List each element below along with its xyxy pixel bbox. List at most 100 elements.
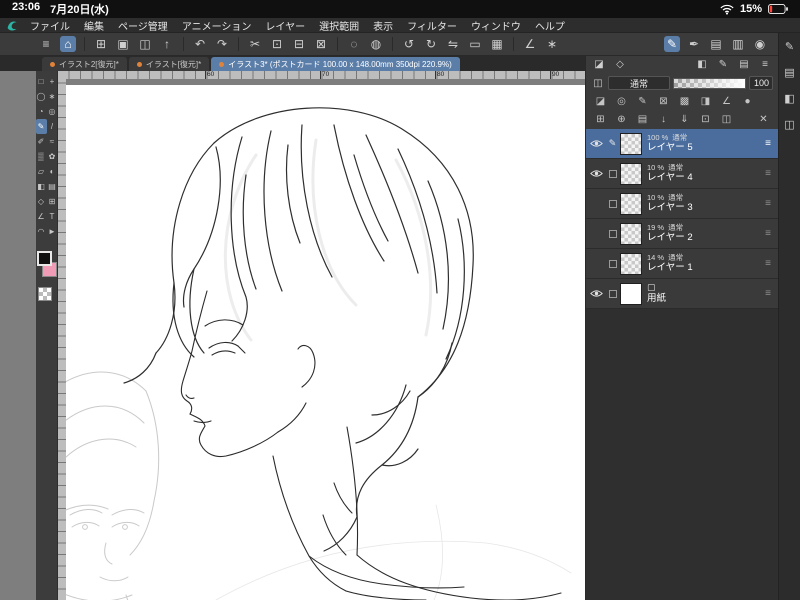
layer-thumbnail[interactable] xyxy=(620,132,642,155)
rotate-left-icon[interactable]: ↺ xyxy=(401,36,417,52)
layer-thumbnail[interactable] xyxy=(620,282,642,305)
operation-icon[interactable]: ► xyxy=(47,224,58,239)
blend-combine-icon[interactable]: ◫ xyxy=(591,78,605,89)
lock-layer-icon[interactable]: ⊠ xyxy=(656,95,671,110)
menu-item-view[interactable]: 表示 xyxy=(373,18,393,33)
visibility-eye-icon[interactable] xyxy=(588,139,605,148)
deselect-icon[interactable]: ◌ xyxy=(346,36,362,52)
select-layer-mode-icon[interactable]: ◪ xyxy=(592,58,606,72)
visibility-eye-icon[interactable] xyxy=(588,289,605,298)
invert-selection-icon[interactable]: ◍ xyxy=(368,36,384,52)
pen-icon[interactable]: ✎ xyxy=(35,119,47,134)
layer-menu-handle[interactable]: ≡ xyxy=(762,138,774,149)
menu-item-window[interactable]: ウィンドウ xyxy=(471,18,521,33)
vector-tool-icon[interactable]: ✒ xyxy=(686,36,702,52)
drawing-canvas[interactable] xyxy=(66,85,585,600)
pencil-icon[interactable]: / xyxy=(47,119,58,134)
layer-row[interactable]: 14 % 通常 レイヤー 1 ≡ xyxy=(586,249,778,279)
layer-check-box[interactable] xyxy=(605,199,620,208)
delete-selection-icon[interactable]: ⊠ xyxy=(313,36,329,52)
blend-mode-select[interactable]: 通常 xyxy=(608,76,670,90)
quick-mask-icon[interactable]: ✎ xyxy=(716,58,730,72)
redo-icon[interactable]: ↷ xyxy=(214,36,230,52)
layer-row[interactable]: 10 % 通常 レイヤー 3 ≡ xyxy=(586,189,778,219)
new-raster-layer-icon[interactable]: ⊞ xyxy=(593,113,608,128)
new-vector-layer-icon[interactable]: ⊕ xyxy=(614,113,629,128)
menu-item-file[interactable]: ファイル xyxy=(30,18,70,33)
menu-item-filter[interactable]: フィルター xyxy=(407,18,457,33)
gradient-icon[interactable]: ▤ xyxy=(47,179,58,194)
tab-illust2[interactable]: イラスト2[復元]* xyxy=(42,57,127,71)
opacity-value[interactable]: 100 xyxy=(749,76,773,90)
open-file-icon[interactable]: ▣ xyxy=(115,36,131,52)
ruler-layer-icon[interactable]: ∠ xyxy=(719,95,734,110)
reference-layer-icon[interactable]: ◎ xyxy=(614,95,629,110)
menu-item-selection[interactable]: 選択範囲 xyxy=(319,18,359,33)
layer-thumbnail[interactable] xyxy=(620,192,642,215)
figure-icon[interactable]: ◇ xyxy=(36,194,47,209)
zoom-icon[interactable]: ◎ xyxy=(47,104,58,119)
save-file-icon[interactable]: ◫ xyxy=(137,36,153,52)
new-layer-folder-icon[interactable]: ▤ xyxy=(635,113,650,128)
move-icon[interactable]: + xyxy=(47,74,58,89)
undo-icon[interactable]: ↶ xyxy=(192,36,208,52)
layer-row[interactable]: ✎ 100 % 通常 レイヤー 5 ≡ xyxy=(586,129,778,159)
layer-row[interactable]: 10 % 通常 レイヤー 4 ≡ xyxy=(586,159,778,189)
transfer-to-lower-icon[interactable]: ↓ xyxy=(656,113,671,128)
tab-illust3[interactable]: イラスト3* (ポストカード 100.00 x 148.00mm 350dpi … xyxy=(211,57,460,71)
opacity-slider[interactable] xyxy=(673,77,746,89)
layer-thumbnail[interactable] xyxy=(620,162,642,185)
material-palette-icon[interactable]: ▤ xyxy=(708,36,724,52)
eyedropper-icon[interactable]: ◔ xyxy=(36,104,47,119)
fit-to-screen-icon[interactable]: ▭ xyxy=(467,36,483,52)
transparent-color-swatch[interactable] xyxy=(37,287,52,301)
enable-mask-icon[interactable]: ◨ xyxy=(698,95,713,110)
layer-thumbnail[interactable] xyxy=(620,252,642,275)
draft-layer-icon[interactable]: ✎ xyxy=(635,95,650,110)
auto-select-icon[interactable]: ∗ xyxy=(47,89,58,104)
decoration-icon[interactable]: ✿ xyxy=(47,149,58,164)
cut-icon[interactable]: ✂ xyxy=(247,36,263,52)
layer-view-icon[interactable]: ▤ xyxy=(737,58,751,72)
airbrush-icon[interactable]: ▒ xyxy=(36,149,47,164)
text-icon[interactable]: T xyxy=(47,209,58,224)
dock-color-icon[interactable]: ◧ xyxy=(782,91,798,107)
visibility-eye-icon[interactable] xyxy=(588,169,605,178)
menu-item-edit[interactable]: 編集 xyxy=(84,18,104,33)
flip-horizontal-icon[interactable]: ⇋ xyxy=(445,36,461,52)
new-canvas-icon[interactable]: ⊞ xyxy=(93,36,109,52)
lasso-icon[interactable]: ◯ xyxy=(36,89,47,104)
brush-icon[interactable]: ✐ xyxy=(36,134,47,149)
special-layer-icon[interactable]: ◇ xyxy=(613,58,627,72)
layer-thumbnail[interactable] xyxy=(620,222,642,245)
layer-check-box[interactable] xyxy=(605,169,620,178)
frame-icon[interactable]: ⊞ xyxy=(47,194,58,209)
watercolor-icon[interactable]: ≈ xyxy=(47,134,58,149)
fill-icon[interactable]: ◧ xyxy=(36,179,47,194)
layer-check-box[interactable] xyxy=(605,259,620,268)
menu-item-animation[interactable]: アニメーション xyxy=(182,18,252,33)
blend-icon[interactable]: ◐ xyxy=(47,164,58,179)
layer-palette-menu-icon[interactable]: ≡ xyxy=(758,58,772,72)
layer-row[interactable]: 19 % 通常 レイヤー 2 ≡ xyxy=(586,219,778,249)
clip-to-layer-below-icon[interactable]: ◪ xyxy=(593,95,608,110)
paste-icon[interactable]: ⊟ xyxy=(291,36,307,52)
layer-check-box[interactable] xyxy=(605,229,620,238)
layer-menu-handle[interactable]: ≡ xyxy=(762,288,774,299)
merge-with-lower-icon[interactable]: ⇓ xyxy=(677,113,692,128)
share-export-icon[interactable]: ↑ xyxy=(159,36,175,52)
layer-mask-icon[interactable]: ◫ xyxy=(719,113,734,128)
editing-pencil-icon[interactable]: ✎ xyxy=(605,138,620,149)
snap-to-special-ruler-icon[interactable]: ∗ xyxy=(544,36,560,52)
ruler-icon[interactable]: ∠ xyxy=(36,209,47,224)
tab-illust-restored[interactable]: イラスト[復元]* xyxy=(128,57,210,71)
balloon-icon[interactable]: ◠ xyxy=(36,224,47,239)
dock-brush-settings-icon[interactable]: ▤ xyxy=(782,65,798,81)
layer-menu-handle[interactable]: ≡ xyxy=(762,258,774,269)
layer-row[interactable]: ▢ 用紙 ≡ xyxy=(586,279,778,309)
workspace-home-icon[interactable]: ⌂ xyxy=(60,36,76,52)
copy-icon[interactable]: ⊡ xyxy=(269,36,285,52)
rotate-right-icon[interactable]: ↻ xyxy=(423,36,439,52)
layer-color-icon[interactable]: ● xyxy=(740,95,755,110)
correct-line-icon[interactable]: ✎ xyxy=(664,36,680,52)
